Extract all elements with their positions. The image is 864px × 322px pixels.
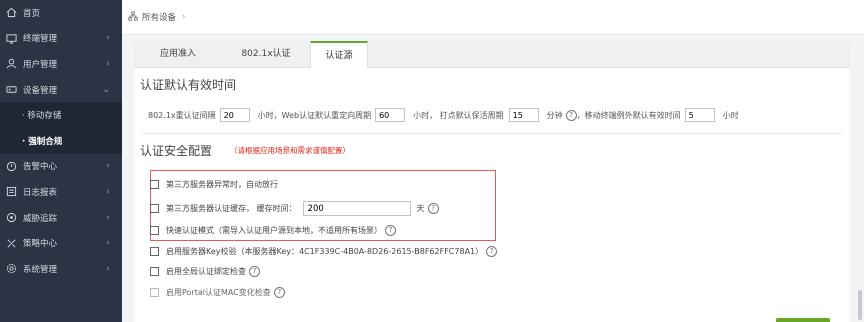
settings-icon (5, 263, 17, 275)
device-icon (5, 84, 17, 96)
input-keepalive[interactable] (508, 108, 539, 122)
section-title-default-time: 认证默认有效时间 (140, 78, 237, 92)
tab-8021x[interactable]: 802.1x认证 (222, 41, 310, 67)
option-label: 第三方服务器异常时，自动放行 (166, 180, 278, 189)
option-label: 启用全局认证绑定检查 (166, 267, 246, 276)
input-8021x-interval[interactable] (219, 108, 250, 122)
option-server-key[interactable]: 启用服务器Key校验（本服务器Key：4C1F339C-4B0A-8D26-26… (150, 246, 498, 257)
alarm-icon (5, 160, 17, 172)
user-icon (5, 58, 17, 70)
label-minute: 分钟 (546, 110, 563, 120)
default-time-row: 802.1x重认证间隔 小时，Web认证默认重定向周期 小时， 打点默认保活周期… (148, 108, 739, 122)
scrollbar[interactable] (858, 290, 862, 320)
help-icon[interactable]: ? (273, 287, 285, 298)
sidebar-item-label: 威胁追踪 (23, 213, 58, 224)
option-label: 启用服务器Key校验（本服务器Key：4C1F339C-4B0A-8D26-26… (166, 247, 484, 256)
sidebar-item-label: 首页 (23, 8, 41, 19)
option-global-bind[interactable]: 启用全局认证绑定检查 ? (150, 266, 260, 277)
option-portal-mac[interactable]: 启用Portal认证MAC变化检查 ? (150, 287, 285, 298)
monitor-icon (5, 32, 17, 44)
chevron-right-icon: › (106, 186, 110, 197)
sidebar-item-label: 设备管理 (23, 85, 58, 96)
home-icon (5, 7, 17, 19)
chevron-right-icon: › (106, 58, 110, 69)
divider (142, 133, 842, 134)
option-label: 启用Portal认证MAC变化检查 (166, 288, 271, 297)
option-auto-pass[interactable]: 第三方服务器异常时，自动放行 (150, 179, 278, 190)
unit-days: 天 (416, 204, 425, 213)
help-icon[interactable]: ? (427, 203, 439, 214)
input-web-redirect[interactable] (375, 108, 406, 122)
sidebar-item-logs[interactable]: 日志报表 › (0, 179, 122, 205)
option-auth-cache[interactable]: 第三方服务器认证缓存， 缓存时间： 天 ? (150, 201, 439, 216)
checkbox[interactable] (150, 204, 159, 213)
checkbox[interactable] (150, 288, 159, 297)
checkbox[interactable] (150, 267, 159, 276)
input-cache-days[interactable] (302, 201, 411, 216)
option-fast-auth[interactable]: 快速认证模式（需导入认证用户源到本地，不适用所有场景） ? (150, 225, 396, 236)
sidebar-subitem-mobile-storage[interactable]: · 移动存储 (0, 102, 122, 128)
sidebar-item-alarms[interactable]: 告警中心 › (0, 154, 122, 180)
help-icon[interactable]: ? (565, 109, 577, 121)
label-mobile-exception: ，移动终端例外默认有效时间 (576, 110, 681, 120)
tab-bar: 应用准入 802.1x认证 认证源 (134, 41, 850, 68)
section-title-security: 认证安全配置 (140, 144, 213, 158)
sidebar-item-home[interactable]: 首页 (0, 0, 122, 26)
option-label: 第三方服务器认证缓存， 缓存时间： (166, 204, 297, 213)
threat-icon (5, 212, 17, 224)
option-label: 快速认证模式（需导入认证用户源到本地，不适用所有场景） (166, 226, 382, 235)
chevron-right-icon: › (106, 238, 110, 249)
checkbox[interactable] (150, 226, 159, 235)
sidebar-item-devices[interactable]: 设备管理 ⌄ (0, 77, 122, 103)
breadcrumb-item[interactable]: 所有设备 (142, 11, 176, 23)
label-web-redirect: 小时，Web认证默认重定向周期 (257, 110, 372, 120)
chevron-down-icon: ⌄ (102, 84, 110, 95)
help-icon[interactable]: ? (486, 246, 498, 257)
chevron-right-icon: › (106, 263, 110, 274)
sidebar: 首页 终端管理 › 用户管理 › 设备管理 ⌄ · 移动存储 · 强制合规 告警… (0, 0, 122, 322)
sidebar-item-label: · 移动存储 (22, 111, 62, 122)
sidebar-item-label: 策略中心 (23, 239, 58, 250)
label-keepalive: 小时， 打点默认保活周期 (413, 110, 504, 120)
sidebar-item-label: 用户管理 (23, 59, 58, 70)
log-icon (5, 186, 17, 198)
tab-auth-source[interactable]: 认证源 (310, 41, 368, 68)
sidebar-item-label: 告警中心 (23, 162, 58, 173)
checkbox[interactable] (150, 247, 159, 256)
label-hour: 小时 (722, 110, 739, 120)
content-card: 应用准入 802.1x认证 认证源 认证默认有效时间 802.1x重认证间隔 小… (134, 41, 850, 322)
warning-note: （请根据应用场景和需求谨慎配置） (230, 146, 350, 155)
sidebar-item-label: · 强制合规 (22, 136, 63, 147)
chevron-right-icon: › (106, 212, 110, 223)
save-button[interactable] (776, 318, 830, 322)
sidebar-item-terminal[interactable]: 终端管理 › (0, 26, 122, 52)
sidebar-item-threat[interactable]: 威胁追踪 › (0, 205, 122, 231)
main-area: 所有设备 › 应用准入 802.1x认证 认证源 认证默认有效时间 802.1x… (122, 0, 864, 322)
chevron-right-icon: › (106, 33, 110, 44)
sidebar-item-users[interactable]: 用户管理 › (0, 51, 122, 77)
sidebar-item-system[interactable]: 系统管理 › (0, 256, 122, 282)
help-icon[interactable]: ? (385, 225, 396, 236)
sidebar-item-label: 系统管理 (23, 264, 58, 275)
sidebar-subitem-compliance[interactable]: · 强制合规 (0, 127, 122, 154)
org-tree-icon (128, 10, 138, 24)
sidebar-item-label: 日志报表 (23, 187, 58, 198)
breadcrumb: 所有设备 › (122, 0, 864, 35)
sidebar-item-policy[interactable]: 策略中心 › (0, 230, 122, 256)
tab-app-access[interactable]: 应用准入 (134, 41, 222, 67)
chevron-right-icon: › (106, 161, 110, 172)
sidebar-item-label: 终端管理 (23, 34, 58, 45)
policy-icon (5, 237, 17, 249)
help-icon[interactable]: ? (249, 266, 260, 277)
chevron-right-icon: › (182, 12, 186, 22)
input-mobile-exception[interactable] (684, 108, 715, 122)
checkbox[interactable] (150, 180, 159, 189)
label-8021x-interval: 802.1x重认证间隔 (148, 110, 216, 120)
